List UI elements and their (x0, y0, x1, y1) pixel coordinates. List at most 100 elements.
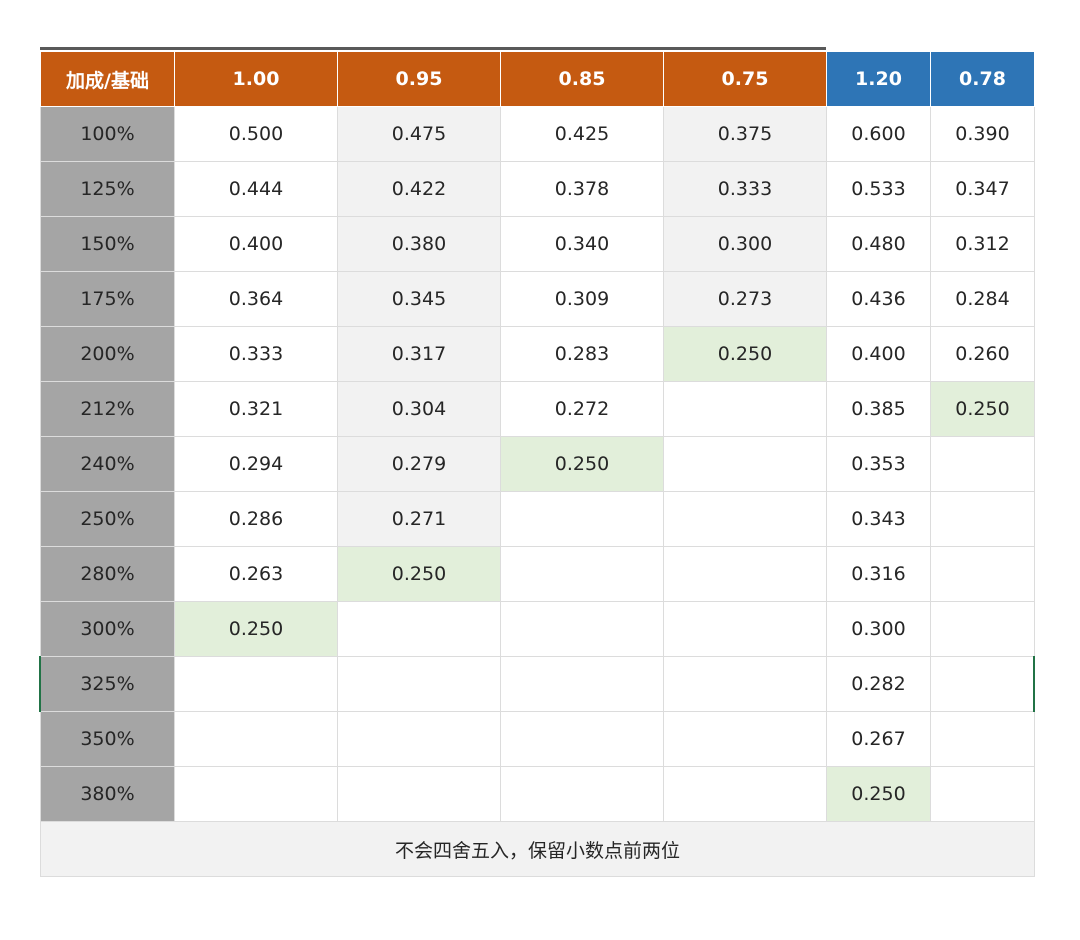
value-cell[interactable]: 0.250 (500, 436, 664, 492)
value-cell[interactable]: 0.400 (826, 326, 931, 382)
value-cell[interactable] (930, 766, 1035, 822)
value-cell[interactable] (930, 436, 1035, 492)
value-cell[interactable] (500, 766, 664, 822)
value-cell[interactable] (337, 711, 501, 767)
value-cell[interactable] (930, 656, 1035, 712)
value-cell[interactable]: 0.316 (826, 546, 931, 602)
value-cell[interactable]: 0.286 (174, 491, 338, 547)
value-cell[interactable]: 0.353 (826, 436, 931, 492)
value-cell[interactable] (663, 546, 827, 602)
header-cell[interactable]: 0.85 (500, 51, 664, 107)
value-cell[interactable] (930, 491, 1035, 547)
row-label-cell[interactable]: 212% (40, 381, 175, 437)
value-cell[interactable] (337, 601, 501, 657)
header-cell[interactable]: 0.78 (930, 51, 1035, 107)
value-cell[interactable] (663, 601, 827, 657)
value-cell[interactable]: 0.304 (337, 381, 501, 437)
value-cell[interactable]: 0.321 (174, 381, 338, 437)
value-cell[interactable]: 0.250 (174, 601, 338, 657)
header-cell[interactable]: 1.20 (826, 51, 931, 107)
value-cell[interactable]: 0.260 (930, 326, 1035, 382)
value-cell[interactable]: 0.500 (174, 106, 338, 162)
value-cell[interactable] (337, 656, 501, 712)
header-cell[interactable]: 0.95 (337, 51, 501, 107)
row-label-cell[interactable]: 250% (40, 491, 175, 547)
value-cell[interactable] (500, 656, 664, 712)
value-cell[interactable] (174, 656, 338, 712)
value-cell[interactable]: 0.390 (930, 106, 1035, 162)
value-cell[interactable]: 0.272 (500, 381, 664, 437)
value-cell[interactable] (663, 381, 827, 437)
value-cell[interactable]: 0.250 (930, 381, 1035, 437)
value-cell[interactable] (930, 546, 1035, 602)
header-cell[interactable]: 1.00 (174, 51, 338, 107)
value-cell[interactable]: 0.343 (826, 491, 931, 547)
value-cell[interactable]: 0.267 (826, 711, 931, 767)
value-cell[interactable]: 0.294 (174, 436, 338, 492)
lookup-table: 加成/基础 1.00 0.95 0.85 0.75 1.20 0.78 100%… (40, 51, 1035, 877)
value-cell[interactable]: 0.312 (930, 216, 1035, 272)
value-cell[interactable]: 0.279 (337, 436, 501, 492)
value-cell[interactable]: 0.533 (826, 161, 931, 217)
value-cell[interactable] (930, 711, 1035, 767)
value-cell[interactable]: 0.250 (826, 766, 931, 822)
value-cell[interactable] (663, 711, 827, 767)
value-cell[interactable]: 0.317 (337, 326, 501, 382)
row-label-cell[interactable]: 280% (40, 546, 175, 602)
value-cell[interactable] (500, 491, 664, 547)
value-cell[interactable] (500, 546, 664, 602)
value-cell[interactable] (337, 766, 501, 822)
row-label-cell[interactable]: 300% (40, 601, 175, 657)
row-label-cell[interactable]: 200% (40, 326, 175, 382)
value-cell[interactable]: 0.600 (826, 106, 931, 162)
value-cell[interactable] (500, 601, 664, 657)
footer-note-cell[interactable]: 不会四舍五入，保留小数点前两位 (40, 821, 1035, 877)
value-cell[interactable]: 0.480 (826, 216, 931, 272)
value-cell[interactable] (174, 766, 338, 822)
value-cell[interactable]: 0.271 (337, 491, 501, 547)
value-cell[interactable]: 0.475 (337, 106, 501, 162)
value-cell[interactable]: 0.282 (826, 656, 931, 712)
value-cell[interactable]: 0.263 (174, 546, 338, 602)
row-label-cell[interactable]: 325% (40, 656, 175, 712)
value-cell[interactable]: 0.333 (174, 326, 338, 382)
value-cell[interactable]: 0.284 (930, 271, 1035, 327)
value-cell[interactable]: 0.400 (174, 216, 338, 272)
value-cell[interactable]: 0.380 (337, 216, 501, 272)
value-cell[interactable]: 0.340 (500, 216, 664, 272)
value-cell[interactable]: 0.375 (663, 106, 827, 162)
value-cell[interactable] (930, 601, 1035, 657)
value-cell[interactable] (663, 491, 827, 547)
value-cell[interactable]: 0.250 (663, 326, 827, 382)
value-cell[interactable] (663, 766, 827, 822)
value-cell[interactable]: 0.345 (337, 271, 501, 327)
value-cell[interactable]: 0.385 (826, 381, 931, 437)
value-cell[interactable]: 0.273 (663, 271, 827, 327)
value-cell[interactable]: 0.283 (500, 326, 664, 382)
value-cell[interactable]: 0.422 (337, 161, 501, 217)
value-cell[interactable]: 0.347 (930, 161, 1035, 217)
row-label-cell[interactable]: 350% (40, 711, 175, 767)
value-cell[interactable]: 0.444 (174, 161, 338, 217)
value-cell[interactable]: 0.378 (500, 161, 664, 217)
value-cell[interactable]: 0.364 (174, 271, 338, 327)
row-label-cell[interactable]: 100% (40, 106, 175, 162)
value-cell[interactable]: 0.250 (337, 546, 501, 602)
row-label-cell[interactable]: 150% (40, 216, 175, 272)
header-cell[interactable]: 0.75 (663, 51, 827, 107)
value-cell[interactable]: 0.425 (500, 106, 664, 162)
value-cell[interactable]: 0.300 (826, 601, 931, 657)
row-label-cell[interactable]: 380% (40, 766, 175, 822)
value-cell[interactable]: 0.333 (663, 161, 827, 217)
value-cell[interactable] (500, 711, 664, 767)
value-cell[interactable] (663, 436, 827, 492)
header-corner-cell[interactable]: 加成/基础 (40, 51, 175, 107)
row-label-cell[interactable]: 175% (40, 271, 175, 327)
row-label-cell[interactable]: 125% (40, 161, 175, 217)
value-cell[interactable]: 0.309 (500, 271, 664, 327)
value-cell[interactable] (663, 656, 827, 712)
value-cell[interactable]: 0.436 (826, 271, 931, 327)
row-label-cell[interactable]: 240% (40, 436, 175, 492)
value-cell[interactable] (174, 711, 338, 767)
value-cell[interactable]: 0.300 (663, 216, 827, 272)
